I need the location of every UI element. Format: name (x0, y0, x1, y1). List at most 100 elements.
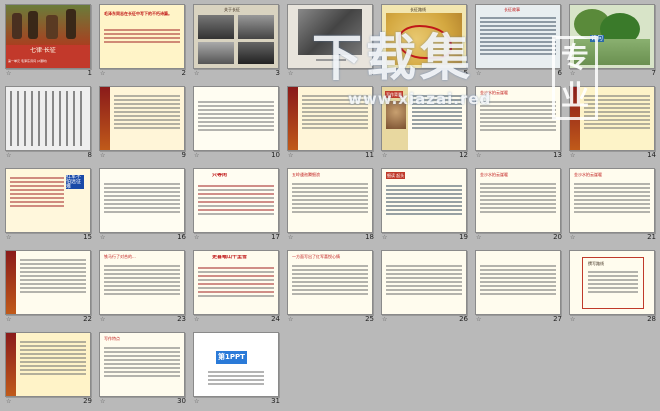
slide-thumbnail[interactable]: ☆ 22 (2, 248, 96, 323)
slide-preview[interactable]: 金沙水拍云崖暖 (475, 168, 561, 233)
slide-thumbnail[interactable]: 第1PPT ☆ 31 (190, 330, 284, 405)
slide-thumbnail[interactable]: 铁马行了对合的... ☆ 23 (96, 248, 190, 323)
slide-title: 关于长征 (224, 7, 240, 12)
slide-preview[interactable]: 关于长征 (193, 4, 279, 69)
slide-number: 1 (87, 69, 92, 77)
slide-preview[interactable] (99, 168, 185, 233)
slide-thumbnail[interactable]: 五岭逶迤腾细浪 ☆ 18 (284, 166, 378, 241)
slide-preview[interactable]: 写作特点 (99, 332, 185, 397)
slide-preview[interactable] (5, 250, 91, 315)
slide-text: 写作特点 (104, 336, 120, 341)
slide-thumbnail[interactable]: ☆ 26 (378, 248, 472, 323)
slide-number: 25 (365, 315, 374, 323)
slide-transition-icon: ☆ (100, 316, 106, 323)
slide-preview[interactable]: 第1PPT (193, 332, 279, 397)
watermark-main: 下载集 (312, 29, 474, 87)
slide-number: 2 (181, 69, 186, 77)
slide-title: 长征故事 (504, 7, 520, 12)
slide-text: 五岭逶迤腾细浪 (292, 172, 320, 177)
slide-text: 金沙水拍云崖暖 (480, 172, 508, 177)
slide-text: 红军不怕远征难 (66, 175, 84, 189)
slide-transition-icon: ☆ (476, 152, 482, 159)
slide-transition-icon: ☆ (382, 234, 388, 241)
slide-number: 12 (459, 151, 468, 159)
slide-preview[interactable]: 毛泽东同志在长征中写下的不朽诗篇。 (99, 4, 185, 69)
slide-transition-icon: ☆ (476, 234, 482, 241)
slide-text: 金沙水拍云崖暖 (480, 90, 508, 95)
slide-preview[interactable]: 一方面写出了红军喜悦心情 (287, 250, 373, 315)
slide-number: 24 (271, 315, 280, 323)
slide-transition-icon: ☆ (570, 316, 576, 323)
slide-title: 七律·长征 (30, 47, 56, 54)
slide-number: 20 (553, 233, 562, 241)
slide-transition-icon: ☆ (570, 152, 576, 159)
slide-number: 31 (271, 397, 280, 405)
slide-number: 19 (459, 233, 468, 241)
slide-title: 更喜岷山千里雪 (212, 255, 248, 260)
slide-number: 17 (271, 233, 280, 241)
slide-preview[interactable] (99, 86, 185, 151)
slide-thumbnail[interactable]: 更喜岷山千里雪 ☆ 24 (190, 248, 284, 323)
slide-number: 28 (647, 315, 656, 323)
slide-thumbnail[interactable]: ☆ 29 (2, 330, 96, 405)
slide-thumbnail[interactable]: 毛泽东同志在长征中写下的不朽诗篇。 ☆ 2 (96, 2, 190, 77)
slide-thumbnail[interactable]: 撰写路线 ☆ 28 (566, 248, 660, 323)
slide-thumbnail[interactable]: 一方面写出了红军喜悦心情 ☆ 25 (284, 248, 378, 323)
slide-thumbnail[interactable]: ☆ 8 (2, 84, 96, 159)
slide-transition-icon: ☆ (194, 316, 200, 323)
slide-thumbnail[interactable]: 七律·长征 第一单元 毛泽东诗词 (2课时) ☆ 1 (2, 2, 96, 77)
slide-preview[interactable]: 只等闲 (193, 168, 279, 233)
slide-preview[interactable]: 七律·长征 第一单元 毛泽东诗词 (2课时) (5, 4, 91, 69)
slide-thumbnail[interactable]: 只等闲 ☆ 17 (190, 166, 284, 241)
slide-transition-icon: ☆ (288, 70, 294, 77)
slide-transition-icon: ☆ (6, 316, 12, 323)
slide-transition-icon: ☆ (194, 152, 200, 159)
slide-thumbnail[interactable]: 关于长征 ☆ 3 (190, 2, 284, 77)
slide-transition-icon: ☆ (100, 152, 106, 159)
slide-thumbnail[interactable]: ☆ 27 (472, 248, 566, 323)
slide-text: 金沙水拍云崖暖 (574, 172, 602, 177)
slide-transition-icon: ☆ (476, 70, 482, 77)
slide-title: 第1PPT (216, 351, 247, 364)
watermark-box: 专业 (552, 36, 598, 120)
slide-number: 26 (459, 315, 468, 323)
slide-number: 16 (177, 233, 186, 241)
slide-preview[interactable]: 五岭逶迤腾细浪 (287, 168, 373, 233)
slide-preview[interactable]: 铁马行了对合的... (99, 250, 185, 315)
slide-preview[interactable] (475, 250, 561, 315)
slide-thumbnail[interactable]: 细读 起头 ☆ 19 (378, 166, 472, 241)
slide-preview[interactable] (5, 86, 91, 151)
slide-transition-icon: ☆ (382, 316, 388, 323)
slide-number: 21 (647, 233, 656, 241)
slide-preview[interactable] (381, 250, 467, 315)
slide-preview[interactable]: 长征故事 (475, 4, 561, 69)
slide-preview[interactable] (193, 86, 279, 151)
slide-preview[interactable]: 撰写路线 (569, 250, 655, 315)
slide-transition-icon: ☆ (570, 234, 576, 241)
slide-transition-icon: ☆ (100, 234, 106, 241)
slide-transition-icon: ☆ (194, 234, 200, 241)
slide-preview[interactable] (5, 332, 91, 397)
slide-thumbnail[interactable]: 红军不怕远征难 ☆ 15 (2, 166, 96, 241)
slide-thumbnail[interactable]: ☆ 9 (96, 84, 190, 159)
slide-transition-icon: ☆ (288, 316, 294, 323)
watermark-url: www.xiazai.red (348, 90, 492, 108)
slide-preview[interactable]: 金沙水拍云崖暖 (569, 168, 655, 233)
slide-thumbnail[interactable]: 金沙水拍云崖暖 ☆ 21 (566, 166, 660, 241)
slide-transition-icon: ☆ (194, 398, 200, 405)
slide-thumbnail[interactable]: ☆ 10 (190, 84, 284, 159)
slide-thumbnail[interactable]: 金沙水拍云崖暖 ☆ 20 (472, 166, 566, 241)
slide-number: 27 (553, 315, 562, 323)
slide-title: 细读 起头 (386, 172, 406, 179)
slide-number: 11 (365, 151, 374, 159)
slide-preview[interactable]: 更喜岷山千里雪 (193, 250, 279, 315)
slide-preview[interactable]: 红军不怕远征难 (5, 168, 91, 233)
slide-number: 30 (177, 397, 186, 405)
slide-transition-icon: ☆ (6, 152, 12, 159)
slide-number: 10 (271, 151, 280, 159)
slide-thumbnail[interactable]: 写作特点 ☆ 30 (96, 330, 190, 405)
slide-number: 15 (83, 233, 92, 241)
slide-preview[interactable]: 细读 起头 (381, 168, 467, 233)
slide-thumbnail[interactable]: ☆ 16 (96, 166, 190, 241)
slide-transition-icon: ☆ (100, 398, 106, 405)
